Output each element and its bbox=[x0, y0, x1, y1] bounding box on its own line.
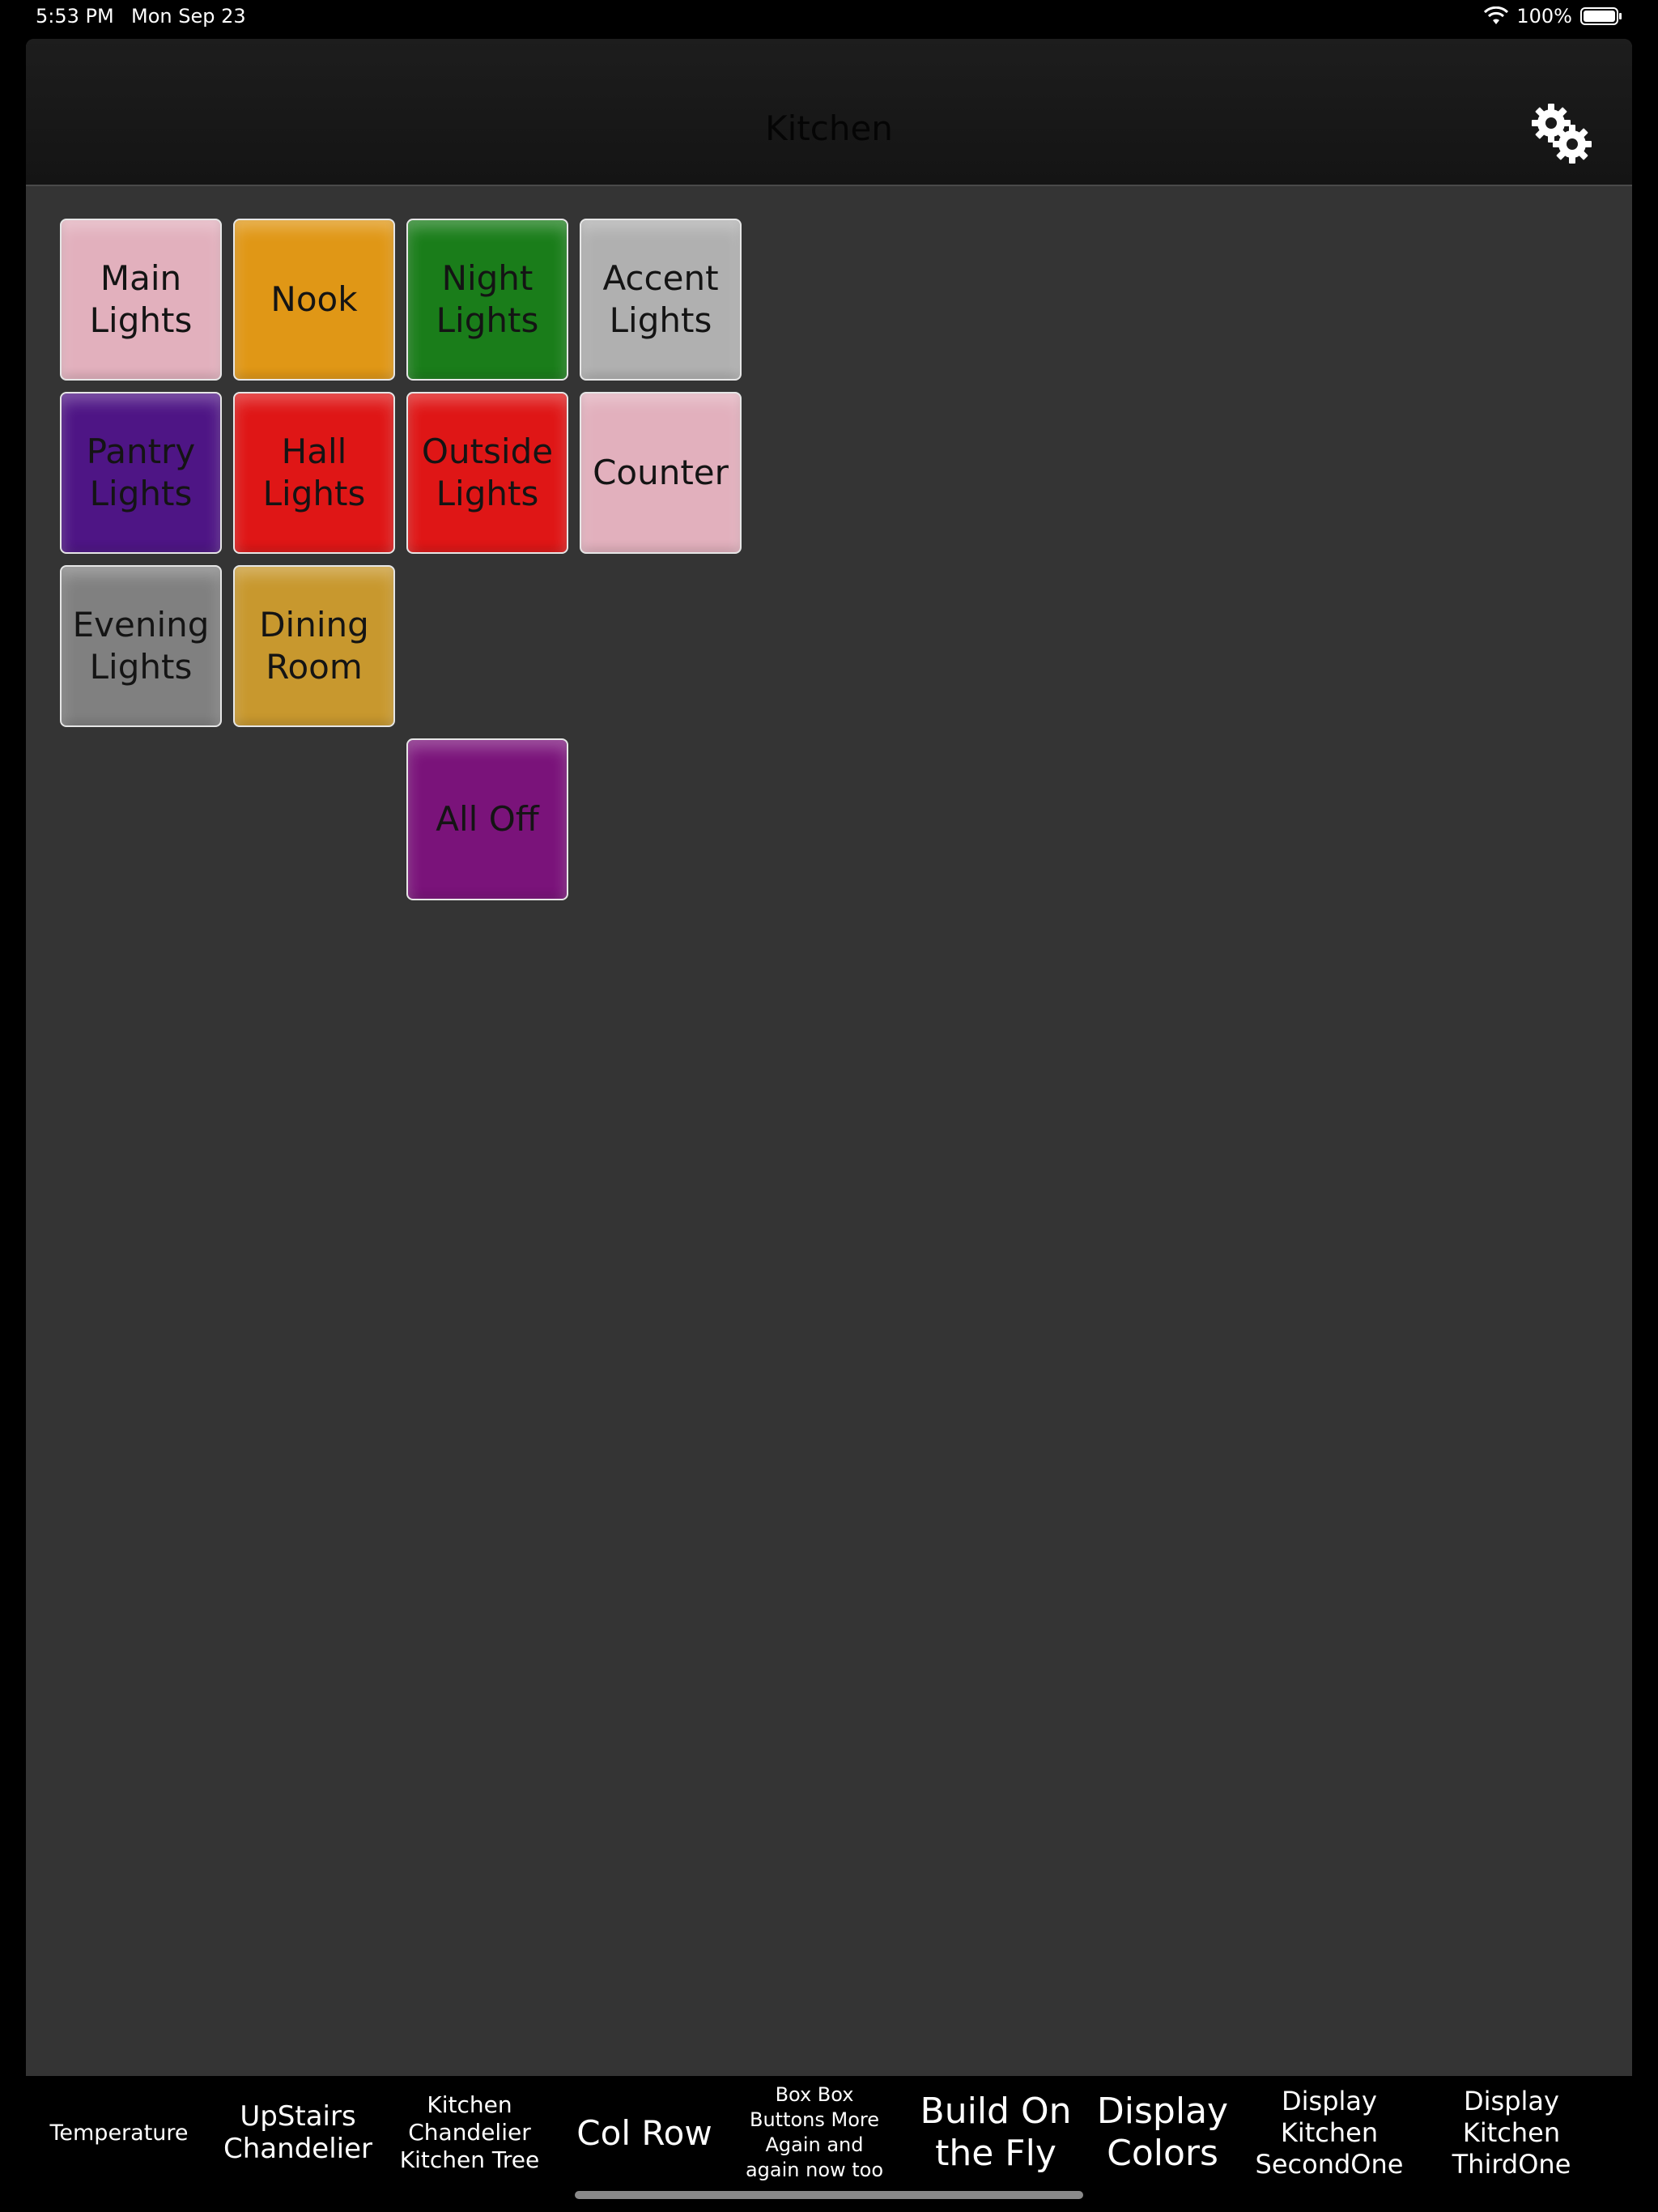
tab-display-colors[interactable]: Display Colors bbox=[1082, 2076, 1244, 2189]
tab-display-kitchen-secondone[interactable]: Display Kitchen SecondOne bbox=[1240, 2076, 1418, 2189]
accent-lights-button[interactable]: Accent Lights bbox=[580, 219, 742, 381]
nook-button[interactable]: Nook bbox=[233, 219, 395, 381]
all-off-button[interactable]: All Off bbox=[406, 738, 568, 900]
button-label: Pantry Lights bbox=[86, 432, 196, 513]
main-panel: Kitchen Main Lights Nook Night Lights Ac… bbox=[26, 39, 1632, 2076]
button-label: Outside Lights bbox=[421, 432, 554, 513]
home-indicator[interactable] bbox=[575, 2191, 1083, 2199]
tab-display-kitchen-thirdone[interactable]: Display Kitchen ThirdOne bbox=[1418, 2076, 1605, 2189]
status-time: 5:53 PM bbox=[36, 5, 114, 28]
tab-temperature[interactable]: Temperature bbox=[49, 2076, 188, 2189]
button-label: Counter bbox=[593, 453, 729, 492]
counter-button[interactable]: Counter bbox=[580, 392, 742, 554]
status-bar: 5:53 PM Mon Sep 23 100% bbox=[0, 0, 1658, 36]
tab-col-row[interactable]: Col Row bbox=[563, 2076, 725, 2189]
button-label: Nook bbox=[270, 279, 358, 319]
button-label: Main Lights bbox=[89, 258, 193, 340]
button-label: Night Lights bbox=[436, 258, 539, 340]
battery-percent: 100% bbox=[1516, 5, 1572, 28]
tab-upstairs-chandelier[interactable]: UpStairs Chandelier bbox=[219, 2076, 377, 2189]
button-label: Hall Lights bbox=[262, 432, 366, 513]
nav-bar: Kitchen bbox=[26, 39, 1632, 186]
page-title: Kitchen bbox=[765, 108, 893, 148]
status-indicators: 100% bbox=[1484, 5, 1622, 28]
night-lights-button[interactable]: Night Lights bbox=[406, 219, 568, 381]
button-label: Evening Lights bbox=[72, 605, 210, 687]
button-label: Accent Lights bbox=[602, 258, 719, 340]
hall-lights-button[interactable]: Hall Lights bbox=[233, 392, 395, 554]
dining-room-button[interactable]: Dining Room bbox=[233, 565, 395, 727]
pantry-lights-button[interactable]: Pantry Lights bbox=[60, 392, 222, 554]
gears-icon bbox=[1532, 104, 1592, 164]
tab-build-on-the-fly[interactable]: Build On the Fly bbox=[900, 2076, 1091, 2189]
tab-kitchen-chandelier[interactable]: Kitchen Chandelier Kitchen Tree bbox=[389, 2076, 551, 2189]
button-label: All Off bbox=[436, 799, 539, 839]
tab-box-box-buttons[interactable]: Box Box Buttons More Again and again now… bbox=[725, 2076, 903, 2189]
status-date: Mon Sep 23 bbox=[131, 5, 246, 28]
wifi-icon bbox=[1484, 6, 1509, 24]
outside-lights-button[interactable]: Outside Lights bbox=[406, 392, 568, 554]
battery-icon bbox=[1580, 7, 1622, 25]
evening-lights-button[interactable]: Evening Lights bbox=[60, 565, 222, 727]
button-label: Dining Room bbox=[259, 605, 369, 687]
main-lights-button[interactable]: Main Lights bbox=[60, 219, 222, 381]
settings-button[interactable] bbox=[1528, 100, 1593, 165]
